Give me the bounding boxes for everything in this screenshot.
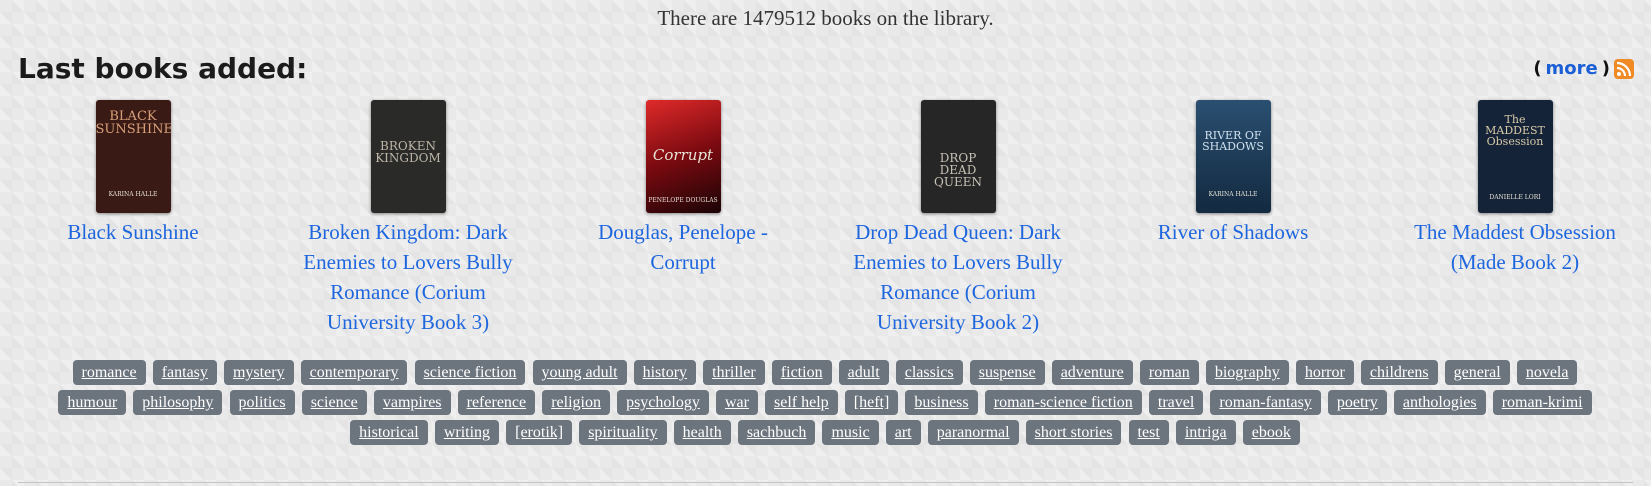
book-cover[interactable]: BROKEN KINGDOM — [370, 100, 446, 213]
book-item: BROKEN KINGDOM Broken Kingdom: Dark Enem… — [288, 100, 528, 337]
cover-text: RIVER OF SHADOWS — [1202, 129, 1264, 153]
tag-link[interactable]: paranormal — [927, 420, 1019, 445]
book-title-link[interactable]: The Maddest Obsession (Made Book 2) — [1395, 217, 1635, 277]
tag-link[interactable]: thriller — [703, 360, 765, 385]
cover-author: KARINA HALLE — [1208, 191, 1258, 198]
tag-link[interactable]: spirituality — [579, 420, 667, 445]
book-cover[interactable]: The MADDEST Obsession DANIELLE LORI — [1477, 100, 1553, 213]
tag-link[interactable]: adventure — [1051, 360, 1133, 385]
tag-link[interactable]: short stories — [1025, 420, 1122, 445]
tag-link[interactable]: roman-fantasy — [1210, 390, 1321, 415]
tag-link[interactable]: [heft] — [844, 390, 899, 415]
tag-row: humour philosophy politics science vampi… — [30, 387, 1620, 417]
book-title-link[interactable]: Drop Dead Queen: Dark Enemies to Lovers … — [838, 217, 1078, 337]
tag-link[interactable]: biography — [1205, 360, 1289, 385]
tag-link[interactable]: young adult — [532, 360, 627, 385]
tag-link[interactable]: science — [301, 390, 367, 415]
tag-link[interactable]: self help — [765, 390, 838, 415]
tag-cloud: romance fantasy mystery contemporary sci… — [30, 357, 1620, 447]
tag-link[interactable]: poetry — [1327, 390, 1387, 415]
cover-text: The MADDEST Obsession — [1485, 113, 1545, 148]
cover-author: PENELOPE DOUGLAS — [648, 197, 718, 204]
tag-link[interactable]: contemporary — [300, 360, 408, 385]
tag-link[interactable]: reference — [457, 390, 536, 415]
divider — [18, 482, 1633, 483]
book-item: The MADDEST Obsession DANIELLE LORI The … — [1395, 100, 1635, 277]
tag-link[interactable]: writing — [434, 420, 500, 445]
tag-link[interactable]: fantasy — [152, 360, 217, 385]
tag-link[interactable]: science fiction — [414, 360, 526, 385]
section-title: Last books added: — [18, 52, 308, 85]
book-list: BLACK SUNSHINE KARINA HALLE Black Sunshi… — [0, 100, 1651, 340]
book-item: Corrupt PENELOPE DOUGLAS Douglas, Penelo… — [563, 100, 803, 277]
tag-link[interactable]: adult — [838, 360, 889, 385]
book-title-link[interactable]: River of Shadows — [1113, 217, 1353, 247]
book-title-link[interactable]: Douglas, Penelope - Corrupt — [563, 217, 803, 277]
tag-link[interactable]: travel — [1148, 390, 1204, 415]
more-link[interactable]: more — [1546, 58, 1598, 79]
tag-link[interactable]: psychology — [617, 390, 709, 415]
tag-link[interactable]: classics — [895, 360, 963, 385]
cover-text: Corrupt — [652, 146, 714, 164]
tag-link[interactable]: ebook — [1242, 420, 1300, 445]
tag-link[interactable]: childrens — [1360, 360, 1438, 385]
book-item: DROP DEAD QUEEN Drop Dead Queen: Dark En… — [838, 100, 1078, 337]
book-count: There are 1479512 books on the library. — [657, 6, 994, 30]
book-title-link[interactable]: Black Sunshine — [13, 217, 253, 247]
book-cover[interactable]: DROP DEAD QUEEN — [920, 100, 996, 213]
tag-link[interactable]: suspense — [969, 360, 1045, 385]
tag-link[interactable]: religion — [542, 390, 610, 415]
cover-text: DROP DEAD QUEEN — [934, 151, 982, 189]
tag-link[interactable]: art — [885, 420, 921, 445]
tag-link[interactable]: roman — [1139, 360, 1199, 385]
tag-link[interactable]: romance — [72, 360, 146, 385]
tag-link[interactable]: humour — [58, 390, 127, 415]
book-title-link[interactable]: Broken Kingdom: Dark Enemies to Lovers B… — [288, 217, 528, 337]
cover-text: BLACK SUNSHINE — [95, 109, 171, 137]
tag-link[interactable]: politics — [229, 390, 295, 415]
tag-link[interactable]: roman-krimi — [1492, 390, 1592, 415]
tag-link[interactable]: general — [1444, 360, 1510, 385]
tag-link[interactable]: business — [905, 390, 978, 415]
more-links: (more) — [1533, 58, 1634, 79]
book-cover[interactable]: BLACK SUNSHINE KARINA HALLE — [95, 100, 171, 213]
tag-link[interactable]: war — [715, 390, 758, 415]
book-item: RIVER OF SHADOWS KARINA HALLE River of S… — [1113, 100, 1353, 247]
tag-link[interactable]: sachbuch — [737, 420, 816, 445]
cover-author: DANIELLE LORI — [1489, 194, 1541, 201]
tag-link[interactable]: vampires — [373, 390, 451, 415]
tag-link[interactable]: novela — [1516, 360, 1578, 385]
cover-text: BROKEN KINGDOM — [375, 139, 441, 165]
book-cover[interactable]: RIVER OF SHADOWS KARINA HALLE — [1195, 100, 1271, 213]
tag-link[interactable]: mystery — [223, 360, 294, 385]
tag-link[interactable]: horror — [1295, 360, 1354, 385]
tag-link[interactable]: music — [822, 420, 879, 445]
rss-feed-icon[interactable] — [1614, 58, 1634, 79]
tag-link[interactable]: [erotik] — [506, 420, 573, 445]
tag-link[interactable]: fiction — [771, 360, 832, 385]
tag-link[interactable]: intriga — [1175, 420, 1236, 445]
book-cover[interactable]: Corrupt PENELOPE DOUGLAS — [645, 100, 721, 213]
tag-link[interactable]: anthologies — [1393, 390, 1486, 415]
more-paren-open: ( — [1533, 58, 1542, 79]
tag-link[interactable]: roman-science fiction — [984, 390, 1142, 415]
tag-link[interactable]: health — [673, 420, 731, 445]
tag-link[interactable]: philosophy — [133, 390, 223, 415]
tag-link[interactable]: history — [633, 360, 697, 385]
tag-link[interactable]: historical — [350, 420, 428, 445]
cover-author: KARINA HALLE — [108, 191, 158, 198]
tag-row: romance fantasy mystery contemporary sci… — [30, 357, 1620, 387]
tag-link[interactable]: test — [1128, 420, 1169, 445]
book-item: BLACK SUNSHINE KARINA HALLE Black Sunshi… — [13, 100, 253, 247]
more-paren-close: ) — [1601, 58, 1610, 79]
tag-row: historical writing [erotik] spirituality… — [30, 417, 1620, 447]
